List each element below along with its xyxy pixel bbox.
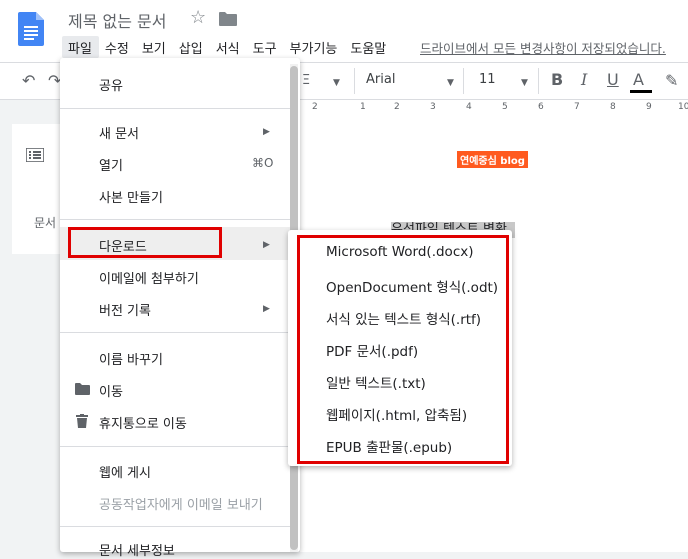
menu-insert[interactable]: 삽입 — [173, 36, 210, 58]
submenu-arrow-icon: ▶ — [263, 127, 270, 137]
docs-logo-icon[interactable] — [18, 12, 44, 46]
menu-item-new-doc[interactable]: 새 문서 — [99, 123, 139, 142]
ruler-mark: 6 — [538, 102, 544, 112]
menu-edit[interactable]: 수정 — [99, 36, 136, 58]
menu-view[interactable]: 보기 — [136, 36, 173, 58]
ruler-mark: 1 — [360, 102, 366, 112]
toolbar-divider — [354, 68, 355, 94]
menu-separator — [60, 526, 292, 527]
ruler-mark: 5 — [502, 102, 508, 112]
star-icon[interactable]: ☆ — [190, 7, 206, 28]
blog-badge: 연예중심 blog — [457, 151, 528, 168]
menu-item-share[interactable]: 공유 — [99, 75, 123, 94]
menu-addons[interactable]: 부가기능 — [284, 36, 345, 58]
canvas-margin — [0, 116, 12, 552]
menu-item-email-attach[interactable]: 이메일에 첨부하기 — [99, 268, 199, 287]
ruler-mark: 2 — [312, 102, 318, 112]
text-color-swatch — [630, 90, 652, 93]
style-caret-icon[interactable]: ▼ — [333, 78, 340, 88]
bold-button[interactable]: B — [551, 70, 563, 89]
menu-separator — [60, 219, 292, 220]
font-caret-icon[interactable]: ▼ — [447, 78, 454, 88]
menu-separator — [60, 332, 292, 333]
document-title[interactable]: 제목 없는 문서 — [68, 8, 167, 32]
menu-item-publish[interactable]: 웹에 게시 — [99, 462, 151, 481]
folder-icon[interactable] — [219, 12, 237, 26]
menu-format[interactable]: 서식 — [210, 36, 247, 58]
menu-item-open[interactable]: 열기 — [99, 155, 123, 174]
menu-separator — [60, 108, 292, 109]
font-size-dropdown[interactable]: 11 — [479, 72, 496, 87]
ruler-mark: 7 — [574, 102, 580, 112]
outline-list-icon[interactable] — [26, 148, 44, 162]
menu-item-doc-details[interactable]: 문서 세부정보 — [99, 540, 175, 559]
ruler-mark: 9 — [646, 102, 652, 112]
italic-button[interactable]: I — [581, 70, 587, 89]
menu-item-move[interactable]: 이동 — [99, 381, 123, 400]
menu-item-version-history[interactable]: 버전 기록 — [99, 300, 151, 319]
download-highlight-box — [68, 227, 222, 258]
undo-icon[interactable]: ↶ — [22, 71, 35, 90]
size-caret-icon[interactable]: ▼ — [521, 78, 528, 88]
menu-item-email-collaborators: 공동작업자에게 이메일 보내기 — [99, 498, 263, 513]
menu-separator — [60, 446, 292, 447]
toolbar-divider — [463, 68, 464, 94]
menu-help[interactable]: 도움말 — [344, 36, 393, 58]
submenu-arrow-icon: ▶ — [263, 304, 270, 314]
menu-tools[interactable]: 도구 — [247, 36, 284, 58]
font-dropdown[interactable]: Arial — [366, 72, 395, 87]
style-dropdown-edge[interactable]: Ξ — [302, 73, 310, 88]
highlight-pen-icon[interactable]: ✎ — [665, 71, 678, 90]
folder-icon — [75, 383, 90, 395]
menu-item-trash[interactable]: 휴지통으로 이동 — [99, 413, 187, 432]
ruler-mark: 2 — [394, 102, 400, 112]
outline-label: 문서 — [34, 216, 57, 230]
ruler-mark: 3 — [430, 102, 436, 112]
toolbar-divider — [538, 68, 539, 94]
menu-item-rename[interactable]: 이름 바꾸기 — [99, 349, 163, 368]
ruler-mark: 4 — [466, 102, 472, 112]
submenu-arrow-icon: ▶ — [263, 240, 270, 250]
ruler-mark: 10 — [678, 102, 688, 112]
outline-panel — [12, 124, 61, 254]
text-color-button[interactable]: A — [633, 70, 644, 89]
ruler[interactable]: 2 1 2 3 4 5 6 7 8 9 10 — [300, 100, 688, 117]
trash-icon — [76, 414, 88, 428]
ruler-mark: 8 — [610, 102, 616, 112]
menu-item-make-copy[interactable]: 사본 만들기 — [99, 187, 163, 206]
menu-bar: 파일 수정 보기 삽입 서식 도구 부가기능 도움말 — [62, 36, 393, 58]
open-shortcut: ⌘O — [252, 156, 274, 170]
download-options-highlight-box — [297, 235, 509, 464]
menu-file[interactable]: 파일 — [62, 36, 99, 58]
underline-button[interactable]: U — [607, 70, 619, 89]
file-menu: 공유 새 문서 ▶ 열기 ⌘O 사본 만들기 다운로드 ▶ 이메일에 첨부하기 … — [60, 58, 300, 559]
save-status-link[interactable]: 드라이브에서 모든 변경사항이 저장되었습니다. — [420, 38, 666, 57]
